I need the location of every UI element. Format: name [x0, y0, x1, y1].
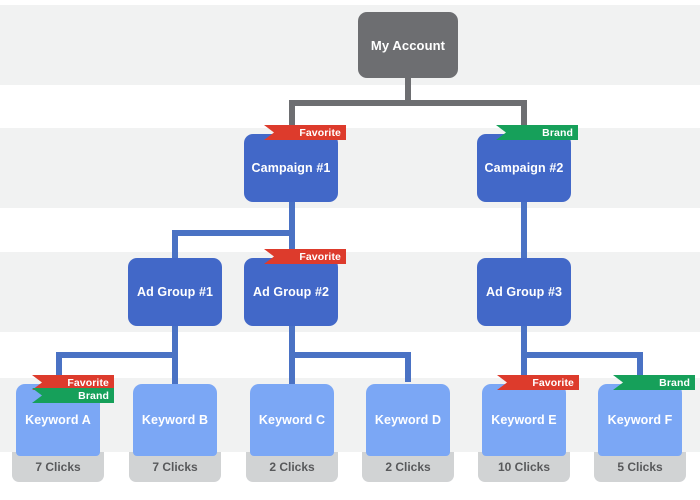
node-my-account[interactable]: My Account: [358, 12, 458, 78]
connector-adgroup1-drop: [172, 230, 178, 260]
row-band-adgroup: [0, 252, 700, 332]
node-keyword-b[interactable]: Keyword B: [133, 384, 217, 456]
row-band-campaign: [0, 128, 700, 208]
node-keyword-f[interactable]: Keyword F: [598, 384, 682, 456]
connector-campaign-bus: [289, 100, 527, 106]
connector-keywordD-bus: [289, 352, 411, 358]
ribbon-favorite-campaign-1: Favorite: [264, 125, 346, 140]
node-campaign-2[interactable]: Campaign #2: [477, 134, 571, 202]
ribbon-brand-keyword-a: Brand: [32, 388, 114, 403]
node-keyword-e[interactable]: Keyword E: [482, 384, 566, 456]
connector-keywordF-bus: [521, 352, 643, 358]
connector-keywordD-drop: [405, 352, 411, 382]
ribbon-brand-campaign-2: Brand: [496, 125, 578, 140]
node-ad-group-3[interactable]: Ad Group #3: [477, 258, 571, 326]
connector-keywordA-bus: [56, 352, 178, 358]
node-keyword-c[interactable]: Keyword C: [250, 384, 334, 456]
ribbon-favorite-ad-group-2: Favorite: [264, 249, 346, 264]
ribbon-favorite-keyword-e: Favorite: [497, 375, 579, 390]
ribbon-favorite-keyword-a: Favorite: [32, 375, 114, 390]
account-structure-tree: My Account Favorite Campaign #1 Brand Ca…: [0, 0, 700, 500]
clicks-footer-keyword-c: 2 Clicks: [246, 452, 338, 482]
ribbon-brand-keyword-f: Brand: [613, 375, 695, 390]
clicks-footer-keyword-f: 5 Clicks: [594, 452, 686, 482]
node-keyword-d[interactable]: Keyword D: [366, 384, 450, 456]
node-ad-group-1[interactable]: Ad Group #1: [128, 258, 222, 326]
row-band-account: [0, 5, 700, 85]
connector-campaign2-stem: [521, 202, 527, 260]
node-ad-group-2[interactable]: Ad Group #2: [244, 258, 338, 326]
clicks-footer-keyword-a: 7 Clicks: [12, 452, 104, 482]
clicks-footer-keyword-e: 10 Clicks: [478, 452, 570, 482]
clicks-footer-keyword-b: 7 Clicks: [129, 452, 221, 482]
connector-adgroup1-bus: [172, 230, 295, 236]
node-campaign-1[interactable]: Campaign #1: [244, 134, 338, 202]
clicks-footer-keyword-d: 2 Clicks: [362, 452, 454, 482]
